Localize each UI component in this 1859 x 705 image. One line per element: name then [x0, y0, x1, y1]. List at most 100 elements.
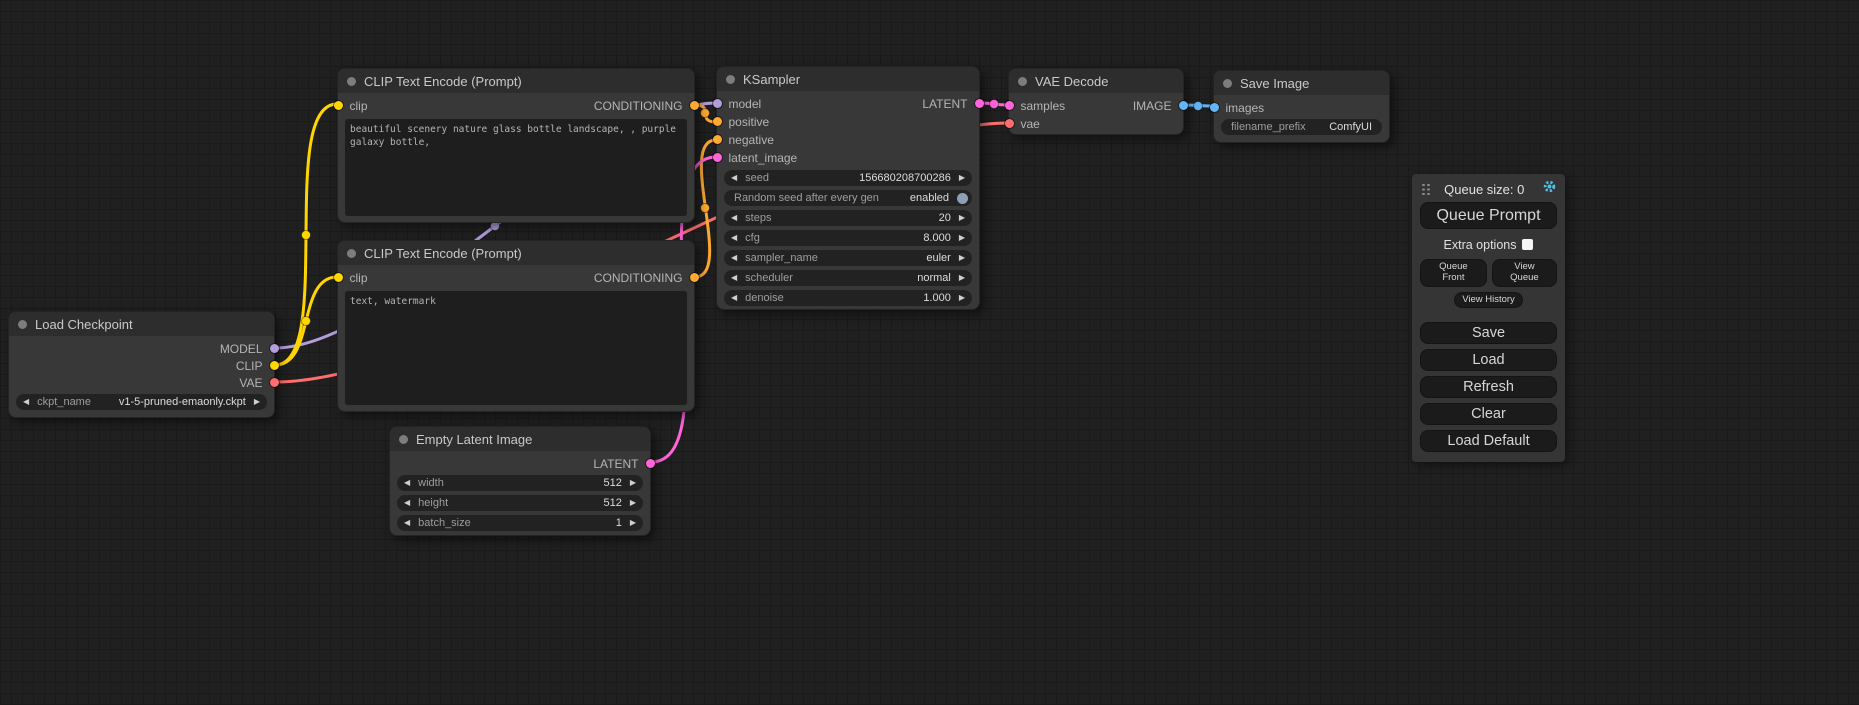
- conditioning-output-dot[interactable]: [690, 273, 699, 282]
- node-vae-decode[interactable]: VAE Decode samples IMAGE vae: [1008, 68, 1184, 135]
- input-slot-samples[interactable]: samples: [1009, 99, 1065, 113]
- increment-arrow-icon[interactable]: ▶: [959, 234, 965, 242]
- widget-denoise[interactable]: ◀ denoise 1.000 ▶: [724, 290, 972, 306]
- node-empty-latent-image[interactable]: Empty Latent Image LATENT ◀ width 512 ▶ …: [389, 426, 651, 536]
- collapse-dot-icon[interactable]: [1018, 77, 1027, 86]
- collapse-dot-icon[interactable]: [347, 249, 356, 258]
- output-slot-image[interactable]: IMAGE: [1133, 99, 1183, 113]
- latent-output-dot[interactable]: [646, 459, 655, 468]
- drag-handle-icon[interactable]: [1422, 184, 1425, 187]
- collapse-dot-icon[interactable]: [347, 77, 356, 86]
- model-output-dot[interactable]: [270, 344, 279, 353]
- node-title-bar[interactable]: CLIP Text Encode (Prompt): [338, 241, 694, 265]
- increment-arrow-icon[interactable]: ▶: [959, 294, 965, 302]
- decrement-arrow-icon[interactable]: ◀: [731, 254, 737, 262]
- clear-button[interactable]: Clear: [1420, 403, 1557, 425]
- decrement-arrow-icon[interactable]: ◀: [23, 398, 29, 406]
- decrement-arrow-icon[interactable]: ◀: [404, 479, 410, 487]
- output-slot-vae[interactable]: VAE: [239, 376, 274, 390]
- widget-filename-prefix[interactable]: filename_prefix ComfyUI: [1221, 119, 1382, 135]
- latent-output-dot[interactable]: [975, 99, 984, 108]
- increment-arrow-icon[interactable]: ▶: [254, 398, 260, 406]
- load-button[interactable]: Load: [1420, 349, 1557, 371]
- images-input-dot[interactable]: [1210, 103, 1219, 112]
- node-clip-text-encode-positive[interactable]: CLIP Text Encode (Prompt) clip CONDITION…: [337, 68, 695, 223]
- save-button[interactable]: Save: [1420, 322, 1557, 344]
- decrement-arrow-icon[interactable]: ◀: [731, 234, 737, 242]
- widget-sampler-name[interactable]: ◀ sampler_name euler ▶: [724, 250, 972, 266]
- output-slot-conditioning[interactable]: CONDITIONING: [594, 99, 694, 113]
- decrement-arrow-icon[interactable]: ◀: [731, 214, 737, 222]
- node-load-checkpoint[interactable]: Load Checkpoint MODEL CLIP VAE: [8, 311, 275, 418]
- prompt-textarea[interactable]: text, watermark: [345, 291, 687, 405]
- view-queue-button[interactable]: View Queue: [1492, 259, 1557, 287]
- decrement-arrow-icon[interactable]: ◀: [731, 274, 737, 282]
- increment-arrow-icon[interactable]: ▶: [959, 214, 965, 222]
- model-input-dot[interactable]: [713, 99, 722, 108]
- queue-front-button[interactable]: Queue Front: [1420, 259, 1487, 287]
- input-slot-model[interactable]: model: [717, 97, 761, 111]
- settings-gear-icon[interactable]: [1542, 179, 1557, 199]
- increment-arrow-icon[interactable]: ▶: [959, 254, 965, 262]
- widget-ckpt-name[interactable]: ◀ ckpt_name v1-5-pruned-emaonly.ckpt ▶: [16, 394, 267, 410]
- widget-width[interactable]: ◀ width 512 ▶: [397, 475, 643, 491]
- view-history-button[interactable]: View History: [1454, 292, 1523, 308]
- widget-steps[interactable]: ◀ steps 20 ▶: [724, 210, 972, 226]
- output-slot-latent[interactable]: LATENT: [922, 97, 979, 111]
- input-slot-positive[interactable]: positive: [717, 115, 769, 129]
- increment-arrow-icon[interactable]: ▶: [630, 479, 636, 487]
- widget-seed[interactable]: ◀ seed 156680208700286 ▶: [724, 170, 972, 186]
- decrement-arrow-icon[interactable]: ◀: [731, 174, 737, 182]
- node-title-bar[interactable]: Empty Latent Image: [390, 427, 650, 451]
- latent-image-input-dot[interactable]: [713, 153, 722, 162]
- positive-input-dot[interactable]: [713, 117, 722, 126]
- queue-panel[interactable]: Queue size: 0 Queue Prompt Extra options…: [1412, 174, 1565, 462]
- clip-output-dot[interactable]: [270, 361, 279, 370]
- conditioning-output-dot[interactable]: [690, 101, 699, 110]
- node-title-bar[interactable]: CLIP Text Encode (Prompt): [338, 69, 694, 93]
- node-title-bar[interactable]: KSampler: [717, 67, 979, 91]
- input-slot-negative[interactable]: negative: [717, 133, 774, 147]
- node-title-bar[interactable]: Save Image: [1214, 71, 1389, 95]
- input-slot-clip[interactable]: clip: [338, 99, 368, 113]
- decrement-arrow-icon[interactable]: ◀: [404, 519, 410, 527]
- input-slot-latent-image[interactable]: latent_image: [717, 151, 797, 165]
- input-slot-clip[interactable]: clip: [338, 271, 368, 285]
- node-clip-text-encode-negative[interactable]: CLIP Text Encode (Prompt) clip CONDITION…: [337, 240, 695, 412]
- negative-input-dot[interactable]: [713, 135, 722, 144]
- collapse-dot-icon[interactable]: [726, 75, 735, 84]
- input-slot-images[interactable]: images: [1214, 101, 1264, 115]
- output-slot-model[interactable]: MODEL: [220, 342, 274, 356]
- output-slot-conditioning[interactable]: CONDITIONING: [594, 271, 694, 285]
- output-slot-latent[interactable]: LATENT: [593, 457, 650, 471]
- vae-output-dot[interactable]: [270, 378, 279, 387]
- prompt-textarea[interactable]: beautiful scenery nature glass bottle la…: [345, 119, 687, 216]
- collapse-dot-icon[interactable]: [399, 435, 408, 444]
- node-title-bar[interactable]: Load Checkpoint: [9, 312, 274, 336]
- output-slot-clip[interactable]: CLIP: [236, 359, 274, 373]
- input-slot-vae[interactable]: vae: [1009, 117, 1040, 131]
- image-output-dot[interactable]: [1179, 101, 1188, 110]
- increment-arrow-icon[interactable]: ▶: [959, 174, 965, 182]
- node-save-image[interactable]: Save Image images filename_prefix ComfyU…: [1213, 70, 1390, 143]
- increment-arrow-icon[interactable]: ▶: [959, 274, 965, 282]
- node-ksampler[interactable]: KSampler model LATENT positive: [716, 66, 980, 310]
- load-default-button[interactable]: Load Default: [1420, 430, 1557, 452]
- increment-arrow-icon[interactable]: ▶: [630, 499, 636, 507]
- node-title-bar[interactable]: VAE Decode: [1009, 69, 1183, 93]
- node-graph-canvas[interactable]: Load Checkpoint MODEL CLIP VAE: [0, 0, 1859, 705]
- refresh-button[interactable]: Refresh: [1420, 376, 1557, 398]
- collapse-dot-icon[interactable]: [18, 320, 27, 329]
- widget-scheduler[interactable]: ◀ scheduler normal ▶: [724, 270, 972, 286]
- increment-arrow-icon[interactable]: ▶: [630, 519, 636, 527]
- queue-prompt-button[interactable]: Queue Prompt: [1420, 202, 1557, 229]
- widget-batch-size[interactable]: ◀ batch_size 1 ▶: [397, 515, 643, 531]
- widget-cfg[interactable]: ◀ cfg 8.000 ▶: [724, 230, 972, 246]
- collapse-dot-icon[interactable]: [1223, 79, 1232, 88]
- vae-input-dot[interactable]: [1005, 119, 1014, 128]
- toggle-knob-icon[interactable]: [957, 193, 968, 204]
- widget-height[interactable]: ◀ height 512 ▶: [397, 495, 643, 511]
- clip-input-dot[interactable]: [334, 273, 343, 282]
- decrement-arrow-icon[interactable]: ◀: [404, 499, 410, 507]
- extra-options-checkbox[interactable]: [1522, 239, 1533, 250]
